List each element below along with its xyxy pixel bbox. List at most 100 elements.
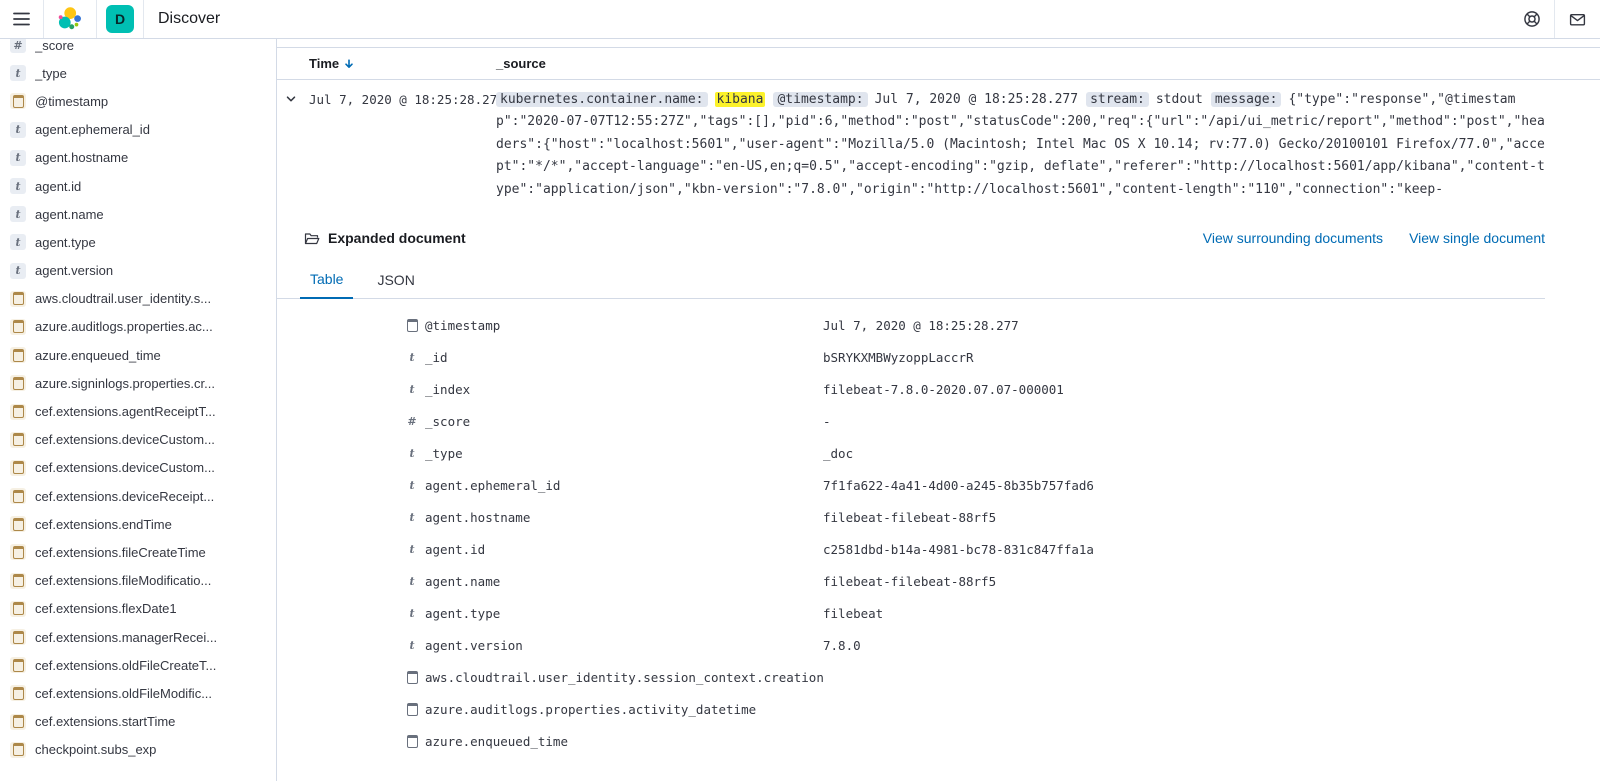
field-type-icon <box>10 685 26 701</box>
nav-divider <box>96 0 97 38</box>
sidebar-field-item[interactable]: cef.extensions.endTime <box>0 510 276 538</box>
detail-row: t agent.id c2581dbd-b14a-4981-bc78-831c8… <box>277 533 1600 565</box>
source-field-value: Jul 7, 2020 @ 18:25:28.277 <box>875 92 1079 107</box>
field-name-label: _type <box>35 66 67 81</box>
help-button[interactable] <box>1510 0 1554 38</box>
sidebar-field-item[interactable]: # _score <box>0 39 276 59</box>
sidebar-field-item[interactable]: azure.enqueued_time <box>0 341 276 369</box>
view-surrounding-documents-link[interactable]: View surrounding documents <box>1203 230 1383 246</box>
sidebar-field-item[interactable]: t agent.hostname <box>0 144 276 172</box>
source-field-value: stdout <box>1156 92 1203 107</box>
menu-button[interactable] <box>0 0 43 38</box>
field-type-icon <box>10 742 26 758</box>
field-name-label: _score <box>35 39 74 53</box>
detail-field-value: - <box>823 414 831 429</box>
field-name-label: azure.auditlogs.properties.ac... <box>35 319 213 334</box>
sidebar-field-item[interactable]: aws.cloudtrail.user_identity.s... <box>0 285 276 313</box>
menu-icon <box>13 12 30 26</box>
detail-field-name: _id <box>425 350 823 365</box>
top-nav: D Discover <box>0 0 1600 39</box>
view-single-document-link[interactable]: View single document <box>1409 230 1545 246</box>
field-type-icon: t <box>405 446 419 460</box>
newsfeed-button[interactable] <box>1555 0 1600 38</box>
detail-field-value: c2581dbd-b14a-4981-bc78-831c847ffa1a <box>823 542 1094 557</box>
sidebar-field-item[interactable]: cef.extensions.oldFileCreateT... <box>0 651 276 679</box>
detail-field-name: azure.enqueued_time <box>425 734 823 749</box>
sidebar-field-item[interactable]: cef.extensions.oldFileModific... <box>0 679 276 707</box>
sidebar-field-item[interactable]: azure.signinlogs.properties.cr... <box>0 369 276 397</box>
elastic-logo-icon <box>57 6 83 32</box>
field-type-icon: t <box>405 478 419 492</box>
mail-icon <box>1568 11 1587 28</box>
collapse-row-button[interactable] <box>283 89 305 109</box>
field-name-label: cef.extensions.fileCreateTime <box>35 545 206 560</box>
field-name-label: cef.extensions.deviceReceipt... <box>35 489 214 504</box>
field-name-label: checkpoint.subs_exp <box>35 742 156 757</box>
detail-field-value: Jul 7, 2020 @ 18:25:28.277 <box>823 318 1019 333</box>
field-name-label: agent.id <box>35 179 81 194</box>
tab-table[interactable]: Table <box>300 263 353 299</box>
field-type-icon: t <box>405 606 419 620</box>
sidebar-field-item[interactable]: azure.auditlogs.properties.ac... <box>0 313 276 341</box>
source-field-badge: message: <box>1211 92 1282 107</box>
sidebar-field-item[interactable]: cef.extensions.startTime <box>0 708 276 736</box>
time-column-header[interactable]: Time <box>309 56 496 71</box>
sidebar-field-item[interactable]: cef.extensions.fileModificatio... <box>0 567 276 595</box>
sidebar-field-item[interactable]: t agent.id <box>0 172 276 200</box>
detail-row: t agent.type filebeat <box>277 597 1600 629</box>
field-type-icon: # <box>10 39 26 53</box>
field-type-icon <box>10 714 26 730</box>
sidebar-field-item[interactable]: t agent.version <box>0 257 276 285</box>
field-name-label: cef.extensions.endTime <box>35 517 172 532</box>
detail-field-name: _score <box>425 414 823 429</box>
sidebar-field-item[interactable]: @timestamp <box>0 87 276 115</box>
elastic-logo-button[interactable] <box>44 0 96 38</box>
field-name-label: agent.name <box>35 207 104 222</box>
field-type-icon <box>10 516 26 532</box>
document-detail-table: @timestamp Jul 7, 2020 @ 18:25:28.277 t … <box>277 299 1600 757</box>
doc-table-header: Time _source <box>277 47 1600 80</box>
sidebar-field-item[interactable]: cef.extensions.flexDate1 <box>0 595 276 623</box>
field-type-icon: t <box>405 574 419 588</box>
detail-field-value: bSRYKXMBWyzoppLaccrR <box>823 350 974 365</box>
field-type-icon <box>10 347 26 363</box>
detail-field-value: filebeat-filebeat-88rf5 <box>823 574 996 589</box>
page-title: Discover <box>144 10 234 28</box>
detail-row: t agent.hostname filebeat-filebeat-88rf5 <box>277 501 1600 533</box>
sidebar-field-item[interactable]: t agent.ephemeral_id <box>0 116 276 144</box>
sidebar-field-item[interactable]: t agent.name <box>0 200 276 228</box>
field-name-label: agent.ephemeral_id <box>35 122 150 137</box>
field-type-icon <box>10 460 26 476</box>
app-icon-discover: D <box>106 5 134 33</box>
field-type-icon <box>10 404 26 420</box>
sidebar-field-item[interactable]: cef.extensions.deviceCustom... <box>0 426 276 454</box>
sidebar-field-item[interactable]: cef.extensions.agentReceiptT... <box>0 397 276 425</box>
sidebar-field-item[interactable]: t _type <box>0 59 276 87</box>
sidebar-field-item[interactable]: cef.extensions.fileCreateTime <box>0 538 276 566</box>
field-name-label: azure.signinlogs.properties.cr... <box>35 376 215 391</box>
sidebar-field-item[interactable]: cef.extensions.deviceReceipt... <box>0 482 276 510</box>
detail-row: t _id bSRYKXMBWyzoppLaccrR <box>277 341 1600 373</box>
field-type-icon: t <box>10 65 26 81</box>
detail-field-name: azure.auditlogs.properties.activity_date… <box>425 702 823 717</box>
time-column-label: Time <box>309 56 339 71</box>
source-field-value: {"type":"response","@timestamp":"2020-07… <box>496 92 1545 197</box>
tab-json[interactable]: JSON <box>367 263 424 298</box>
sidebar-field-item[interactable]: checkpoint.subs_exp <box>0 736 276 764</box>
sidebar-field-item[interactable]: t agent.type <box>0 228 276 256</box>
field-type-icon <box>10 291 26 307</box>
chevron-down-icon <box>285 93 297 105</box>
field-name-label: cef.extensions.startTime <box>35 714 175 729</box>
folder-open-icon <box>304 231 320 246</box>
source-field-badge: stream: <box>1086 92 1149 107</box>
sidebar-field-item[interactable]: cef.extensions.deviceCustom... <box>0 454 276 482</box>
field-name-label: cef.extensions.flexDate1 <box>35 601 177 616</box>
field-type-icon <box>10 629 26 645</box>
expanded-document-title: Expanded document <box>328 230 466 246</box>
field-type-icon <box>10 319 26 335</box>
field-name-label: cef.extensions.oldFileModific... <box>35 686 212 701</box>
field-type-icon: t <box>405 510 419 524</box>
detail-field-name: _type <box>425 446 823 461</box>
sidebar-field-item[interactable]: cef.extensions.managerRecei... <box>0 623 276 651</box>
detail-field-name: @timestamp <box>425 318 823 333</box>
